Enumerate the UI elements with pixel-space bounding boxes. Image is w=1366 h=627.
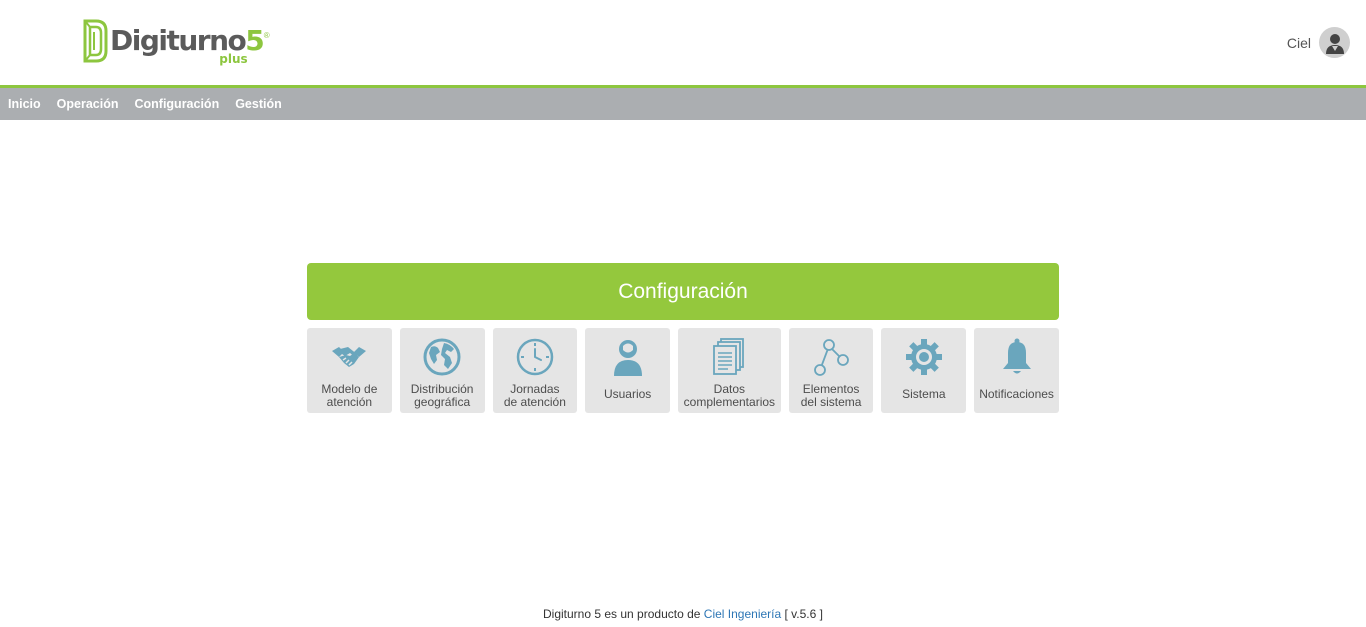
config-tiles: Modelo de atención Distribución geográfi… — [307, 328, 1059, 413]
tile-label: Distribución geográfica — [411, 383, 474, 409]
tile-label: Elementos del sistema — [801, 383, 862, 409]
tile-jornadas-atencion[interactable]: Jornadas de atención — [492, 328, 578, 413]
tile-label-line: Usuarios — [603, 387, 652, 401]
page-title: Configuración — [307, 263, 1059, 320]
tile-label-line: geográfica — [414, 395, 471, 409]
user-icon — [608, 337, 648, 377]
header: Digiturno5® plus Ciel — [0, 0, 1366, 85]
logo[interactable]: Digiturno5® plus — [82, 19, 270, 67]
tile-label-line: Notificaciones — [979, 387, 1054, 401]
nav-item-operacion[interactable]: Operación — [57, 97, 119, 111]
tile-label: Jornadas de atención — [504, 383, 566, 409]
logo-mark-icon — [83, 19, 108, 63]
tile-label-line: del sistema — [800, 395, 862, 409]
tile-label: Datos complementarios — [684, 383, 775, 409]
globe-icon — [422, 337, 462, 377]
tile-label: Modelo de atención — [321, 383, 377, 409]
tile-notificaciones[interactable]: Notificaciones — [974, 328, 1059, 413]
logo-registered: ® — [263, 31, 270, 40]
tile-label-line: complementarios — [683, 395, 776, 409]
nodes-icon — [811, 337, 851, 377]
user-name[interactable]: Ciel — [1287, 35, 1311, 51]
logo-text: Digiturno5® plus — [110, 19, 270, 67]
tile-elementos-sistema[interactable]: Elementos del sistema — [788, 328, 874, 413]
tile-datos-complementarios[interactable]: Datos complementarios — [678, 328, 781, 413]
tile-sistema[interactable]: Sistema — [881, 328, 967, 413]
footer-version: [ v.5.6 ] — [784, 607, 823, 621]
tile-distribucion-geografica[interactable]: Distribución geográfica — [399, 328, 485, 413]
documents-icon — [709, 337, 749, 377]
logo-number: 5 — [245, 24, 265, 57]
clock-icon — [515, 337, 555, 377]
tile-modelo-atencion[interactable]: Modelo de atención — [307, 328, 392, 413]
nav-item-gestion[interactable]: Gestión — [235, 97, 282, 111]
footer-company-link[interactable]: Ciel Ingeniería — [704, 607, 781, 621]
tile-label-line: atención — [326, 395, 373, 409]
bell-icon — [997, 337, 1037, 377]
tile-label: Usuarios — [604, 388, 651, 401]
tile-usuarios[interactable]: Usuarios — [585, 328, 670, 413]
handshake-icon — [329, 337, 369, 377]
avatar[interactable] — [1319, 27, 1350, 58]
tile-label: Sistema — [902, 388, 945, 401]
tile-label-line: de atención — [503, 395, 566, 409]
nav-item-configuracion[interactable]: Configuración — [134, 97, 219, 111]
nav-item-inicio[interactable]: Inicio — [8, 97, 41, 111]
footer-text: Digiturno 5 es un producto de — [543, 607, 701, 621]
user-avatar-icon — [1325, 33, 1344, 54]
tile-label-line: Sistema — [902, 387, 946, 401]
tile-label: Notificaciones — [979, 388, 1054, 401]
gear-icon — [904, 337, 944, 377]
logo-sub: plus — [219, 52, 248, 66]
main-nav: Inicio Operación Configuración Gestión — [0, 85, 1366, 120]
footer: Digiturno 5 es un producto de Ciel Ingen… — [0, 607, 1366, 621]
user-menu[interactable]: Ciel — [1287, 27, 1350, 58]
